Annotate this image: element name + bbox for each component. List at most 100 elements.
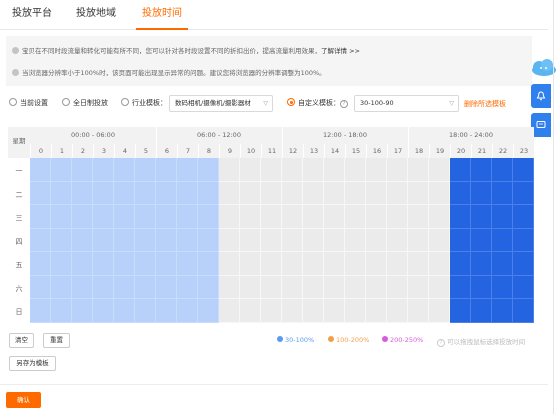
time-cell[interactable] [429,228,450,252]
time-cell[interactable] [135,228,156,252]
time-cell[interactable] [345,252,366,276]
time-cell[interactable] [261,158,282,182]
hour-label[interactable]: 12 [282,144,303,158]
day-label[interactable]: 一 [8,166,30,176]
hour-label[interactable]: 5 [135,144,156,158]
time-cell[interactable] [408,299,429,323]
time-cell[interactable] [72,228,93,252]
hour-label[interactable]: 7 [177,144,198,158]
hour-label[interactable]: 9 [219,144,240,158]
option-all-day[interactable]: 全日制投放 [62,98,108,108]
time-cell[interactable] [429,275,450,299]
time-cell[interactable] [324,158,345,182]
time-cell[interactable] [513,181,534,205]
time-cell[interactable] [366,181,387,205]
time-cell[interactable] [513,252,534,276]
time-cell[interactable] [156,205,177,229]
time-cell[interactable] [513,275,534,299]
time-cell[interactable] [177,252,198,276]
time-cell[interactable] [261,252,282,276]
time-cell[interactable] [30,158,51,182]
time-cell[interactable] [408,158,429,182]
time-cell[interactable] [366,299,387,323]
hour-label[interactable]: 4 [114,144,135,158]
time-cell[interactable] [51,181,72,205]
time-cell[interactable] [177,158,198,182]
time-cell[interactable] [30,299,51,323]
time-cell[interactable] [156,252,177,276]
time-cell[interactable] [366,205,387,229]
hour-label[interactable]: 11 [261,144,282,158]
custom-template-select[interactable]: 30-100-90 ▽ [354,95,459,112]
option-custom[interactable]: 自定义模板：? [287,98,348,108]
hour-label[interactable]: 19 [429,144,450,158]
time-cell[interactable] [30,205,51,229]
radio-industry[interactable] [121,98,129,106]
time-cell[interactable] [345,299,366,323]
time-cell[interactable] [261,228,282,252]
time-cell[interactable] [450,181,471,205]
time-cell[interactable] [72,299,93,323]
time-cell[interactable] [114,181,135,205]
time-cell[interactable] [450,158,471,182]
time-cell[interactable] [240,181,261,205]
time-cell[interactable] [324,228,345,252]
time-cell[interactable] [471,228,492,252]
hour-label[interactable]: 6 [156,144,177,158]
time-cell[interactable] [72,252,93,276]
time-cell[interactable] [93,205,114,229]
time-cell[interactable] [324,299,345,323]
time-cell[interactable] [51,205,72,229]
time-cell[interactable] [240,252,261,276]
chat-icon[interactable] [531,113,551,137]
time-cell[interactable] [261,205,282,229]
time-cell[interactable] [366,252,387,276]
time-cell[interactable] [177,228,198,252]
time-cell[interactable] [156,158,177,182]
confirm-button[interactable]: 确认 [6,392,41,408]
time-cell[interactable] [408,252,429,276]
time-cell[interactable] [324,205,345,229]
time-cell[interactable] [219,205,240,229]
time-cell[interactable] [198,299,219,323]
time-cell[interactable] [51,158,72,182]
hour-label[interactable]: 0 [30,144,51,158]
time-cell[interactable] [303,158,324,182]
time-cell[interactable] [492,205,513,229]
time-cell[interactable] [387,228,408,252]
time-cell[interactable] [387,299,408,323]
time-cell[interactable] [198,252,219,276]
radio-current[interactable] [9,98,17,106]
day-label[interactable]: 四 [8,237,30,247]
time-cell[interactable] [492,252,513,276]
time-cell[interactable] [513,205,534,229]
time-cell[interactable] [303,275,324,299]
time-cell[interactable] [282,181,303,205]
time-cell[interactable] [30,181,51,205]
time-cell[interactable] [324,275,345,299]
time-cell[interactable] [471,205,492,229]
time-cell[interactable] [177,275,198,299]
time-cell[interactable] [219,299,240,323]
industry-template-select[interactable]: 数码相机/摄像机/摄影器材 ▽ [169,95,273,112]
time-cell[interactable] [156,228,177,252]
time-grid[interactable]: 星期 00:00 - 06:00 06:00 - 12:00 12:00 - 18:… [8,127,534,323]
help-icon[interactable]: ? [340,100,348,108]
tab-time[interactable]: 投放时间 [136,0,188,30]
time-cell[interactable] [366,228,387,252]
time-cell[interactable] [387,205,408,229]
time-cell[interactable] [135,158,156,182]
time-cell[interactable] [513,299,534,323]
radio-custom[interactable] [287,98,295,106]
time-cell[interactable] [471,299,492,323]
time-cell[interactable] [345,158,366,182]
time-cell[interactable] [450,205,471,229]
time-cell[interactable] [93,275,114,299]
time-cell[interactable] [429,205,450,229]
time-cell[interactable] [429,181,450,205]
radio-all-day[interactable] [62,98,70,106]
time-cell[interactable] [450,228,471,252]
day-label[interactable]: 六 [8,284,30,294]
time-cell[interactable] [135,181,156,205]
hour-label[interactable]: 10 [240,144,261,158]
